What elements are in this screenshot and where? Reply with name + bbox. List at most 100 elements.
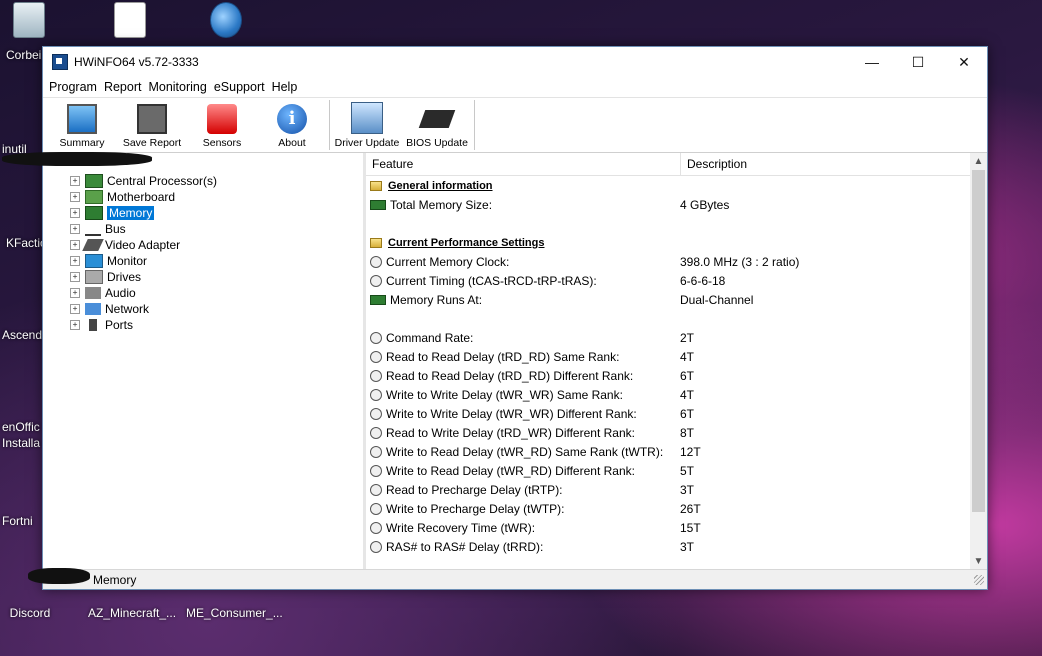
title-bar[interactable]: HWiNFO64 v5.72-3333 — ☐ ✕	[43, 47, 987, 77]
table-row[interactable]: Total Memory Size: 4 GBytes	[366, 195, 970, 214]
desktop-left-icon-label[interactable]: Fortni	[2, 514, 33, 528]
table-row[interactable]: Current Timing (tCAS-tRCD-tRP-tRAS): 6-6-…	[366, 271, 970, 290]
section-header-row[interactable]: Current Performance Settings	[366, 233, 970, 252]
details-list[interactable]: Feature Description General information T…	[366, 153, 987, 570]
feature-cell: Write to Precharge Delay (tWTP):	[366, 502, 674, 516]
table-row[interactable]: Read to Read Delay (tRD_RD) Different Ra…	[366, 366, 970, 385]
desktop-discord-label: Discord	[9, 606, 51, 620]
save-report-button[interactable]: Save Report	[117, 100, 187, 152]
resize-grip-icon[interactable]	[974, 574, 984, 585]
tree-item-memory[interactable]: + Memory	[43, 205, 363, 221]
sensors-button[interactable]: Sensors	[187, 100, 257, 152]
expand-plus-icon[interactable]: +	[70, 288, 80, 298]
table-row	[366, 309, 970, 328]
minimize-button[interactable]: —	[849, 47, 895, 77]
expand-plus-icon[interactable]: +	[70, 256, 80, 266]
tree-item-label: Audio	[105, 286, 136, 300]
maximize-icon: ☐	[911, 53, 925, 70]
driver-update-label: Driver Update	[334, 137, 400, 149]
tree-item-central-processor-s[interactable]: + Central Processor(s)	[43, 173, 363, 189]
device-tree[interactable]: + Central Processor(s) + Motherboard + Memory…	[43, 153, 366, 570]
clock-icon	[370, 426, 382, 439]
expand-plus-icon[interactable]: +	[70, 320, 80, 330]
tree-item-network[interactable]: + Network	[43, 301, 363, 317]
table-row[interactable]: Write Recovery Time (tWR): 15T	[366, 518, 970, 537]
expand-plus-icon[interactable]: +	[70, 272, 80, 282]
bios-update-button[interactable]: BIOS Update	[402, 100, 472, 152]
column-header-description[interactable]: Description	[681, 153, 747, 175]
tree-item-audio[interactable]: + Audio	[43, 285, 363, 301]
tree-item-label: Memory	[107, 206, 155, 220]
column-header-feature[interactable]: Feature	[366, 153, 681, 175]
feature-cell: Write to Read Delay (tWR_RD) Same Rank (…	[366, 445, 674, 459]
desktop-setup-icon[interactable]	[186, 2, 266, 42]
table-row[interactable]: Write to Read Delay (tWR_RD) Same Rank (…	[366, 442, 970, 461]
expand-plus-icon[interactable]: +	[70, 192, 80, 202]
table-row[interactable]: RAS# to RAS# Delay (tRRD): 3T	[366, 537, 970, 556]
summary-button[interactable]: Summary	[47, 100, 117, 152]
feature-text: Read to Read Delay (tRD_RD) Different Ra…	[386, 368, 634, 383]
scroll-down-arrow-icon[interactable]: ▼	[970, 553, 987, 570]
desktop-left-icon-label[interactable]: Installa	[2, 436, 40, 450]
about-label: About	[278, 137, 306, 149]
desktop-recycle-bin-icon[interactable]	[4, 2, 54, 42]
expand-plus-icon[interactable]: +	[70, 208, 80, 218]
feature-cell: Current Timing (tCAS-tRCD-tRP-tRAS):	[366, 274, 674, 288]
tree-item-drives[interactable]: + Drives	[43, 269, 363, 285]
table-row[interactable]: Read to Write Delay (tRD_WR) Different R…	[366, 423, 970, 442]
desktop-left-icon-label[interactable]: Corbei	[6, 48, 41, 62]
clock-icon	[370, 445, 382, 458]
tree-item-ports[interactable]: + Ports	[43, 317, 363, 333]
tree-item-bus[interactable]: + Bus	[43, 221, 363, 237]
menu-monitoring[interactable]: Monitoring	[148, 80, 213, 94]
table-row[interactable]: Write to Precharge Delay (tWTP): 26T	[366, 499, 970, 518]
about-button[interactable]: i About	[257, 100, 327, 152]
driver-update-button[interactable]: Driver Update	[332, 100, 402, 152]
menu-esupport[interactable]: eSupport	[214, 80, 272, 94]
desktop-discord-shortcut[interactable]: Discord	[0, 588, 70, 620]
close-button[interactable]: ✕	[941, 47, 987, 77]
tree-item-motherboard[interactable]: + Motherboard	[43, 189, 363, 205]
table-row[interactable]: Write to Write Delay (tWR_WR) Different …	[366, 404, 970, 423]
desktop-document-icon[interactable]	[90, 2, 170, 42]
desktop-me-consumer-shortcut[interactable]: ME_Consumer_...	[186, 588, 283, 620]
expand-plus-icon[interactable]: +	[70, 224, 80, 234]
status-bar: Memory	[43, 569, 987, 589]
bus-icon	[85, 222, 101, 236]
table-row[interactable]: Write to Write Delay (tWR_WR) Same Rank:…	[366, 385, 970, 404]
feature-cell: Read to Precharge Delay (tRTP):	[366, 483, 674, 497]
maximize-button[interactable]: ☐	[895, 47, 941, 77]
table-row[interactable]: Command Rate: 2T	[366, 328, 970, 347]
feature-cell: Write to Write Delay (tWR_WR) Same Rank:	[366, 388, 674, 402]
desktop-left-icon-label[interactable]: enOffic	[2, 420, 40, 434]
menu-help[interactable]: Help	[272, 80, 305, 94]
tree-item-label: Central Processor(s)	[107, 174, 218, 188]
desktop-az-minecraft-shortcut[interactable]: AZ_Minecraft_...	[88, 588, 176, 620]
table-row[interactable]: Read to Precharge Delay (tRTP): 3T	[366, 480, 970, 499]
menu-program[interactable]: Program	[49, 80, 104, 94]
table-row[interactable]: Current Memory Clock: 398.0 MHz (3 : 2 ra…	[366, 252, 970, 271]
expand-plus-icon[interactable]: +	[70, 176, 80, 186]
desktop-left-icon-label[interactable]: KFactio	[6, 236, 47, 250]
hwinfo-window: HWiNFO64 v5.72-3333 — ☐ ✕ Program Report…	[42, 46, 988, 590]
table-row[interactable]: Memory Runs At: Dual-Channel	[366, 290, 970, 309]
feature-text: Total Memory Size:	[390, 197, 493, 212]
tree-item-label: Video Adapter	[105, 238, 181, 252]
menu-report[interactable]: Report	[104, 80, 149, 94]
tree-item-video-adapter[interactable]: + Video Adapter	[43, 237, 363, 253]
section-header-row[interactable]: General information	[366, 176, 970, 195]
scroll-up-arrow-icon[interactable]: ▲	[970, 153, 987, 170]
description-cell: 26T	[680, 501, 701, 516]
scrollbar-thumb[interactable]	[972, 170, 985, 512]
table-row[interactable]: Write to Read Delay (tWR_RD) Different R…	[366, 461, 970, 480]
tree-item-monitor[interactable]: + Monitor	[43, 253, 363, 269]
table-row[interactable]: Read to Read Delay (tRD_RD) Same Rank: 4T	[366, 347, 970, 366]
ports-icon	[89, 319, 97, 331]
expand-plus-icon[interactable]: +	[70, 240, 80, 250]
vertical-scrollbar[interactable]: ▲ ▼	[970, 153, 987, 570]
clock-icon	[370, 388, 382, 401]
feature-text: Read to Read Delay (tRD_RD) Same Rank:	[386, 349, 620, 364]
feature-text: Write to Read Delay (tWR_RD) Same Rank (…	[386, 444, 664, 459]
feature-text: Read to Precharge Delay (tRTP):	[386, 482, 563, 497]
expand-plus-icon[interactable]: +	[70, 304, 80, 314]
